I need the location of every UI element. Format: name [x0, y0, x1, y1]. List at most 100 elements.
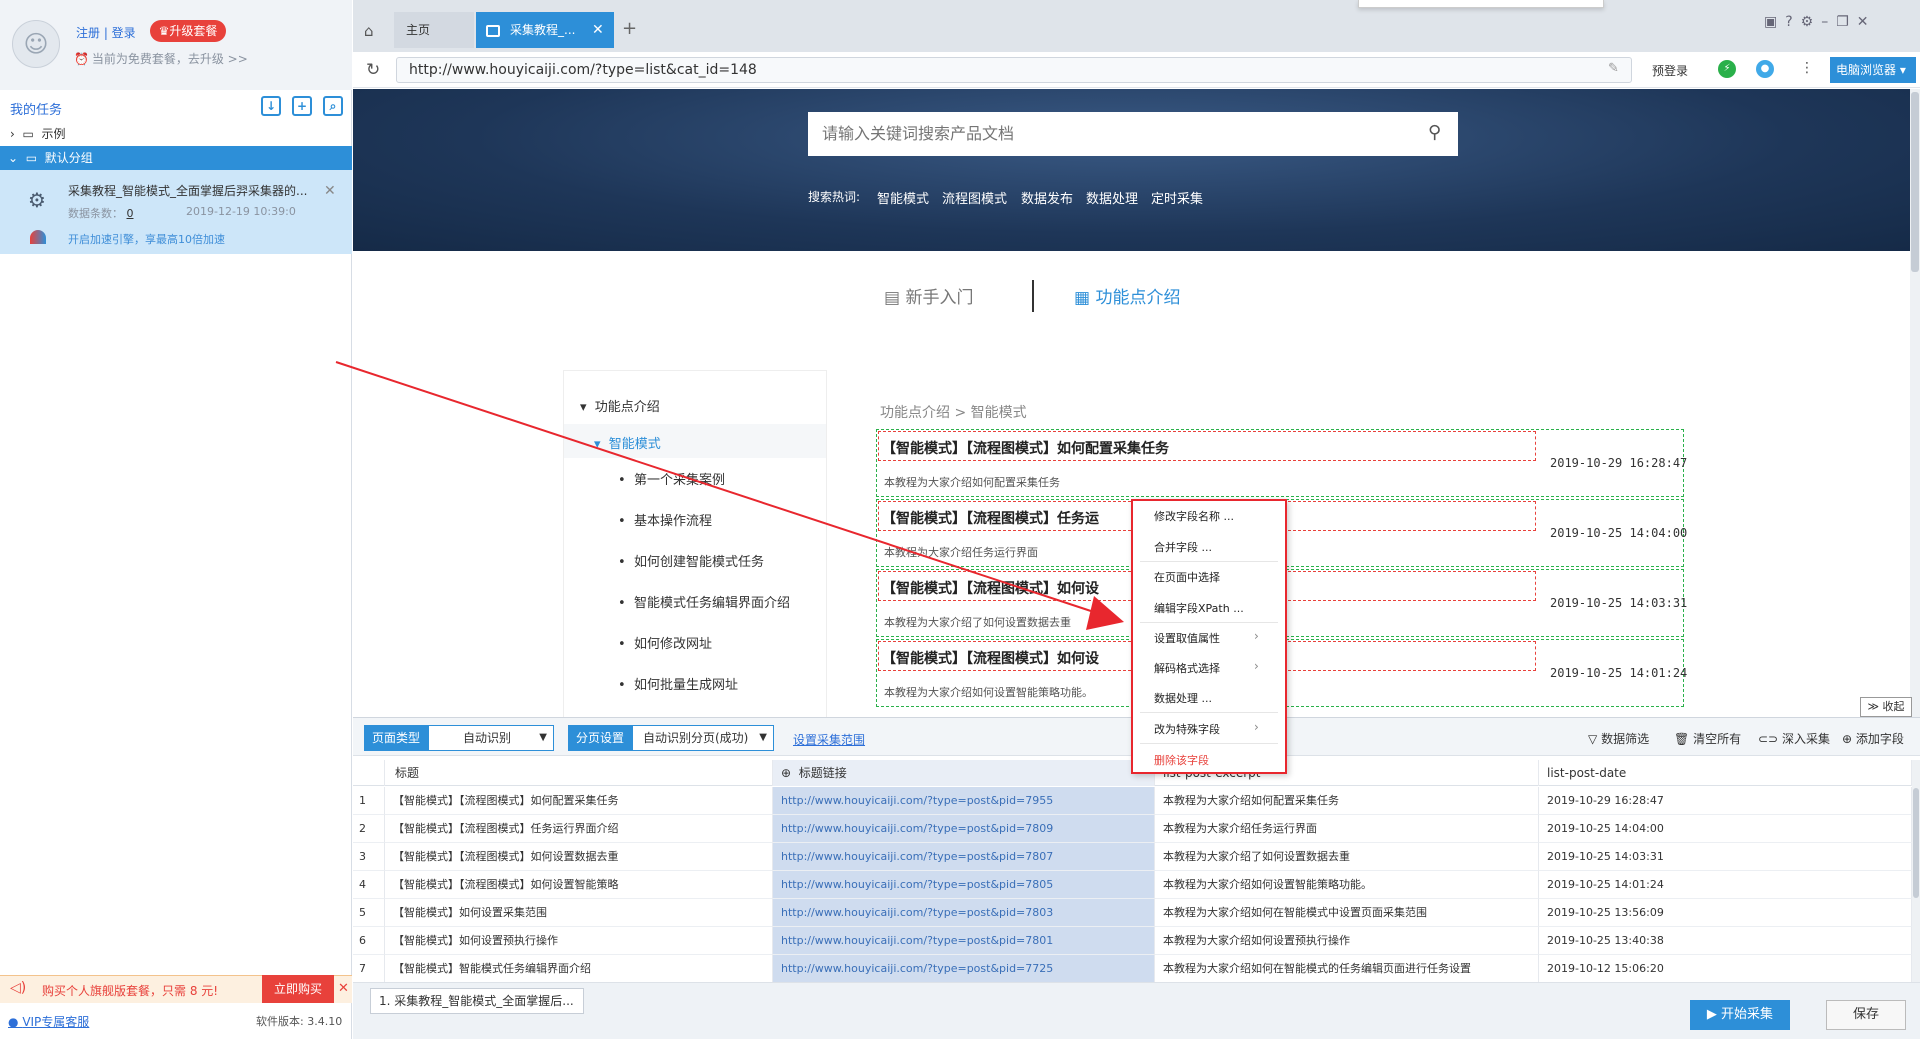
- login-link[interactable]: 注册 | 登录: [76, 24, 136, 41]
- ctx-select-in-page[interactable]: 在页面中选择: [1154, 569, 1220, 585]
- task-title[interactable]: 采集教程_智能模式_全面掌握后羿采集器的...: [68, 182, 318, 199]
- table-cell-link[interactable]: http://www.houyicaiji.com/?type=post&pid…: [773, 843, 1155, 871]
- search-input[interactable]: [822, 124, 1382, 143]
- speed-engine-link[interactable]: 开启加速引擎，享最高10倍加速: [68, 231, 225, 247]
- table-cell[interactable]: 【智能模式】【流程图模式】任务运行界面介绍: [385, 815, 773, 843]
- table-cell[interactable]: 2019-10-29 16:28:47: [1539, 787, 1912, 815]
- vip-support-link[interactable]: ● VIP专属客服: [8, 1013, 89, 1030]
- table-cell[interactable]: 2019-10-25 14:03:31: [1539, 843, 1912, 871]
- ctx-data-processing[interactable]: 数据处理 ...: [1154, 690, 1212, 706]
- menu-item[interactable]: • 如何修改网址: [618, 633, 712, 652]
- upgrade-button[interactable]: ♛升级套餐: [150, 20, 226, 42]
- more-icon[interactable]: ⋮: [1800, 60, 1814, 76]
- close-icon[interactable]: ✕: [592, 22, 604, 38]
- table-cell-link[interactable]: http://www.houyicaiji.com/?type=post&pid…: [773, 899, 1155, 927]
- search-icon[interactable]: ⚲: [1428, 122, 1441, 143]
- nav-newbie[interactable]: ▤ 新手入门: [884, 283, 973, 308]
- close-icon[interactable]: ✕: [338, 981, 349, 996]
- count-value[interactable]: 0: [127, 207, 134, 220]
- close-icon[interactable]: ✕: [324, 183, 336, 199]
- menu-item[interactable]: • 基本操作流程: [618, 510, 712, 529]
- tree-group-default[interactable]: ⌄ ▭ 默认分组: [0, 146, 352, 170]
- search-task-icon[interactable]: ⌕: [323, 96, 343, 116]
- avatar[interactable]: ☺: [12, 20, 60, 68]
- new-task-icon[interactable]: +: [292, 96, 312, 116]
- gift-icon[interactable]: ▣: [1764, 14, 1785, 30]
- import-task-icon[interactable]: ↓: [261, 96, 281, 116]
- ctx-rename-field[interactable]: 修改字段名称 ...: [1154, 508, 1234, 524]
- table-cell-link[interactable]: http://www.houyicaiji.com/?type=post&pid…: [773, 815, 1155, 843]
- nav-features[interactable]: ▦ 功能点介绍: [1074, 283, 1180, 308]
- window-controls[interactable]: ▣?⚙–❐✕: [1764, 14, 1877, 30]
- menu-group[interactable]: ▾ 智能模式: [594, 433, 661, 452]
- table-cell[interactable]: 2019-10-25 13:56:09: [1539, 899, 1912, 927]
- ctx-edit-xpath[interactable]: 编辑字段XPath ...: [1154, 600, 1244, 616]
- close-icon[interactable]: ✕: [1857, 14, 1877, 30]
- running-task-tab[interactable]: 1. 采集教程_智能模式_全面掌握后...: [370, 988, 584, 1014]
- table-cell[interactable]: 本教程为大家介绍了如何设置数据去重: [1155, 843, 1539, 871]
- collapse-button[interactable]: ≫ 收起: [1860, 697, 1912, 717]
- table-cell-link[interactable]: http://www.houyicaiji.com/?type=post&pid…: [773, 787, 1155, 815]
- column-header[interactable]: 标题: [385, 760, 773, 786]
- ctx-merge-field[interactable]: 合并字段 ...: [1154, 539, 1212, 555]
- ctx-delete-field[interactable]: 删除该字段: [1154, 752, 1209, 768]
- table-cell-link[interactable]: http://www.houyicaiji.com/?type=post&pid…: [773, 871, 1155, 899]
- home-icon[interactable]: ⌂: [364, 22, 374, 40]
- table-cell[interactable]: 【智能模式】如何设置预执行操作: [385, 927, 773, 955]
- column-header-selected[interactable]: ⊕ 标题链接: [773, 760, 1155, 786]
- tab-home[interactable]: 主页: [394, 12, 474, 48]
- add-field-button[interactable]: ⊕ 添加字段: [1842, 730, 1904, 747]
- table-cell-link[interactable]: http://www.houyicaiji.com/?type=post&pid…: [773, 955, 1155, 983]
- table-cell[interactable]: 【智能模式】【流程图模式】如何设置智能策略: [385, 871, 773, 899]
- table-cell[interactable]: 【智能模式】智能模式任务编辑界面介绍: [385, 955, 773, 983]
- table-cell[interactable]: 本教程为大家介绍任务运行界面: [1155, 815, 1539, 843]
- table-cell[interactable]: 本教程为大家介绍如何在智能模式中设置页面采集范围: [1155, 899, 1539, 927]
- scroll-thumb[interactable]: [1911, 92, 1919, 272]
- new-tab-icon[interactable]: +: [622, 18, 637, 39]
- table-cell[interactable]: 本教程为大家介绍如何在智能模式的任务编辑页面进行任务设置: [1155, 955, 1539, 983]
- tree-group-example[interactable]: › ▭ 示例: [0, 122, 352, 146]
- menu-item[interactable]: • 智能模式任务编辑界面介绍: [618, 592, 790, 611]
- ctx-decode-format[interactable]: 解码格式选择: [1154, 660, 1220, 676]
- table-cell[interactable]: 本教程为大家介绍如何设置智能策略功能。: [1155, 871, 1539, 899]
- table-cell[interactable]: 【智能模式】如何设置采集范围: [385, 899, 773, 927]
- plan-upgrade-link[interactable]: ⏰ 当前为免费套餐，去升级 >>: [74, 50, 248, 67]
- refresh-icon[interactable]: ↻: [366, 60, 380, 80]
- prelogin-button[interactable]: 预登录: [1652, 62, 1688, 79]
- user-agent-icon[interactable]: ●: [1756, 60, 1774, 78]
- accelerate-icon[interactable]: ⚡: [1718, 60, 1736, 78]
- hot-word[interactable]: 数据处理: [1086, 188, 1138, 207]
- menu-item[interactable]: • 如何创建智能模式任务: [618, 551, 764, 570]
- ctx-value-attribute[interactable]: 设置取值属性: [1154, 630, 1220, 646]
- paging-select[interactable]: 自动识别分页(成功) ▼: [632, 725, 774, 751]
- hot-word[interactable]: 数据发布: [1021, 188, 1073, 207]
- clear-button[interactable]: 🗑 清空所有: [1674, 730, 1741, 747]
- help-icon[interactable]: ?: [1785, 14, 1800, 30]
- url-input[interactable]: http://www.houyicaiji.com/?type=list&cat…: [396, 57, 1632, 83]
- restore-icon[interactable]: ❐: [1836, 14, 1857, 30]
- table-cell[interactable]: 【智能模式】【流程图模式】如何设置数据去重: [385, 843, 773, 871]
- table-cell[interactable]: 2019-10-25 14:01:24: [1539, 871, 1912, 899]
- menu-item[interactable]: • 第一个采集案例: [618, 469, 725, 488]
- table-cell[interactable]: 2019-10-12 15:06:20: [1539, 955, 1912, 983]
- post-title[interactable]: 【智能模式】【流程图模式】如何设: [882, 648, 1099, 668]
- table-cell[interactable]: 2019-10-25 13:40:38: [1539, 927, 1912, 955]
- page-type-select[interactable]: 自动识别 ▼: [428, 725, 554, 751]
- start-collect-button[interactable]: ▶ 开始采集: [1690, 1000, 1790, 1030]
- table-cell[interactable]: 2019-10-25 14:04:00: [1539, 815, 1912, 843]
- hot-word[interactable]: 定时采集: [1151, 188, 1203, 207]
- buy-now-button[interactable]: 立即购买: [262, 975, 334, 1003]
- post-title[interactable]: 【智能模式】【流程图模式】任务运: [882, 508, 1099, 528]
- table-cell[interactable]: 【智能模式】【流程图模式】如何配置采集任务: [385, 787, 773, 815]
- post-title[interactable]: 【智能模式】【流程图模式】如何设: [882, 578, 1099, 598]
- set-range-link[interactable]: 设置采集范围: [793, 731, 865, 748]
- ctx-special-field[interactable]: 改为特殊字段: [1154, 721, 1220, 737]
- edit-icon[interactable]: ✎: [1608, 61, 1619, 76]
- table-cell-link[interactable]: http://www.houyicaiji.com/?type=post&pid…: [773, 927, 1155, 955]
- post-title[interactable]: 【智能模式】【流程图模式】如何配置采集任务: [882, 438, 1169, 458]
- table-cell[interactable]: 本教程为大家介绍如何配置采集任务: [1155, 787, 1539, 815]
- browser-mode-select[interactable]: 电脑浏览器 ▾: [1830, 57, 1916, 83]
- menu-root[interactable]: ▾ 功能点介绍: [580, 396, 660, 415]
- minimize-icon[interactable]: –: [1821, 14, 1836, 30]
- deep-collect-button[interactable]: ⊂⊃ 深入采集: [1758, 730, 1830, 747]
